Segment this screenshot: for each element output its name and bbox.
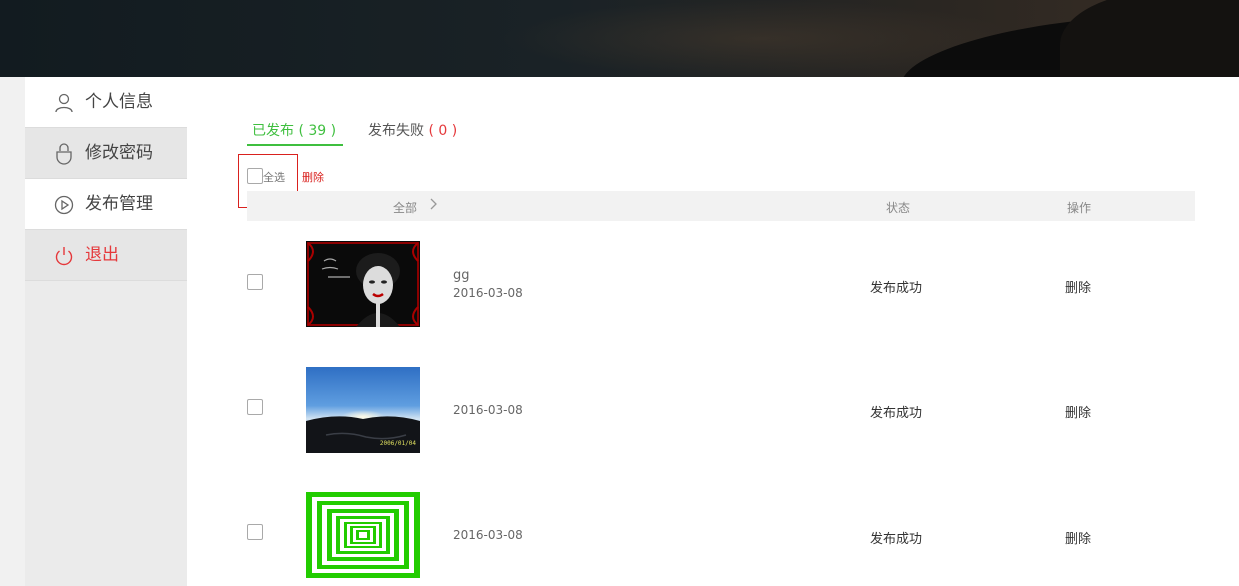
thumbnail-portrait[interactable] — [306, 241, 420, 327]
row-checkbox[interactable] — [247, 524, 263, 540]
thumbnail-sunrise[interactable]: 2006/01/04 — [306, 367, 420, 453]
tab-label: 已发布 — [252, 123, 294, 139]
header-banner-image — [0, 0, 1239, 77]
sidebar-item-label: 修改密码 — [85, 143, 153, 163]
app-root: 个人信息 修改密码 发布管理 退出 已发布 ( 39 ) 发布失败 (0) … — [0, 0, 1239, 586]
thumbnail-squares[interactable] — [306, 492, 420, 578]
tab-count: ( 39 ) — [298, 123, 337, 139]
portrait-image — [306, 241, 420, 327]
row-delete-button[interactable]: 删除 — [1065, 277, 1091, 296]
sidebar-item-change-password[interactable]: 修改密码 — [25, 128, 187, 179]
tab-published[interactable]: 已发布 ( 39 ) — [247, 120, 343, 146]
sidebar-item-publish-management[interactable]: 发布管理 — [25, 179, 187, 230]
play-circle-icon — [54, 195, 74, 215]
status-badge: 发布成功 — [870, 406, 923, 421]
left-margin — [0, 77, 25, 586]
sidebar-item-label: 发布管理 — [85, 194, 153, 214]
item-date: 2016-03-08 — [453, 286, 523, 300]
chevron-right-icon[interactable] — [427, 197, 441, 211]
sidebar-item-label: 个人信息 — [85, 92, 153, 112]
lock-icon — [56, 143, 72, 165]
sidebar-item-logout[interactable]: 退出 — [25, 230, 187, 281]
filter-all-dropdown[interactable]: 全部 — [393, 199, 417, 216]
item-date: 2016-03-08 — [453, 528, 523, 542]
select-all-label[interactable]: 全选 — [263, 169, 285, 185]
item-date: 2016-03-08 — [453, 403, 523, 417]
bulk-delete-button[interactable]: 删除 — [302, 169, 324, 185]
concentric-squares-image — [306, 492, 420, 578]
select-all-checkbox[interactable] — [247, 168, 263, 184]
table-row: 2016-03-08 发布成功 删除 — [247, 492, 1195, 578]
status-badge: 发布成功 — [870, 281, 923, 296]
sidebar-item-label: 退出 — [85, 245, 119, 265]
sidebar-item-profile[interactable]: 个人信息 — [25, 77, 187, 128]
row-checkbox[interactable] — [247, 274, 263, 290]
row-delete-button[interactable]: 删除 — [1065, 402, 1091, 421]
row-checkbox[interactable] — [247, 399, 263, 415]
table-row: gg 2016-03-08 发布成功 删除 — [247, 241, 1195, 327]
tab-label: 发布失败 — [368, 123, 424, 139]
item-title: gg — [453, 268, 470, 283]
operations-column-header: 操作 — [1067, 201, 1092, 215]
row-delete-button[interactable]: 删除 — [1065, 528, 1091, 547]
sidebar: 个人信息 修改密码 发布管理 退出 — [25, 77, 187, 586]
status-badge: 发布成功 — [870, 532, 923, 547]
user-icon — [55, 93, 73, 113]
table-header: 全部 状态 操作 — [247, 191, 1195, 221]
table-row: 2006/01/04 2016-03-08 发布成功 删除 — [247, 367, 1195, 453]
tab-count: ( 0 ) — [428, 123, 458, 139]
tab-failed[interactable]: 发布失败 ( 0 ) — [368, 120, 478, 146]
power-icon — [55, 247, 73, 266]
status-column-header: 状态 — [886, 201, 911, 215]
thumbnail-date-stamp: 2006/01/04 — [379, 440, 416, 447]
